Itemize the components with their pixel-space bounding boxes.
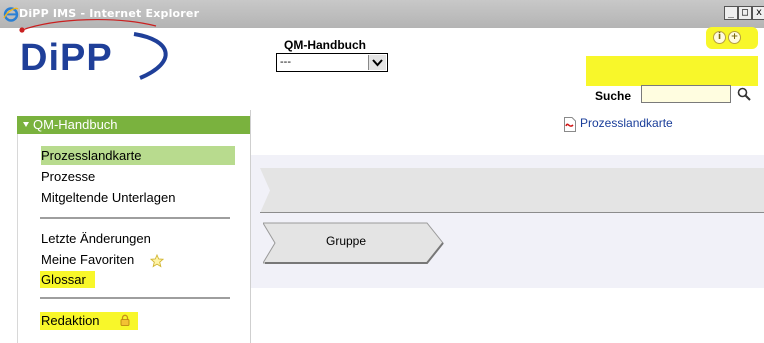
qm-handbook-label: QM-Handbuch: [284, 38, 366, 52]
search-icon[interactable]: [736, 86, 752, 102]
triangle-down-icon: [23, 122, 29, 127]
search-input[interactable]: [641, 85, 731, 103]
sidebar-divider: [40, 297, 230, 299]
sidebar-section-title: QM-Handbuch: [33, 117, 118, 132]
lock-icon: [120, 314, 130, 326]
sidebar-item-meine-favoriten[interactable]: Meine Favoriten: [41, 252, 134, 267]
search-label: Suche: [595, 89, 632, 103]
pdf-link-prozesslandkarte[interactable]: Prozesslandkarte: [580, 116, 673, 130]
qm-handbook-select[interactable]: ---: [276, 53, 388, 72]
dipp-logo[interactable]: DiPP: [16, 18, 186, 88]
pdf-icon[interactable]: [563, 117, 577, 132]
minimize-button[interactable]: _: [724, 6, 738, 20]
maximize-button[interactable]: □: [738, 6, 752, 20]
search-highlight: [586, 56, 758, 86]
sidebar-item-glossar[interactable]: Glossar: [41, 272, 86, 287]
sidebar-section-header[interactable]: QM-Handbuch: [17, 116, 250, 134]
sidebar-item-mitgeltende-unterlagen[interactable]: Mitgeltende Unterlagen: [41, 190, 175, 205]
process-arrow-main[interactable]: [260, 168, 764, 213]
sidebar-item-prozesse[interactable]: Prozesse: [41, 169, 95, 184]
sidebar-item-redaktion[interactable]: Redaktion: [41, 313, 100, 328]
qm-select-value: ---: [280, 56, 291, 68]
zoom-icon[interactable]: +: [728, 31, 741, 44]
group-label: Gruppe: [326, 234, 367, 248]
info-icon[interactable]: i: [713, 31, 726, 44]
svg-text:DiPP: DiPP: [20, 37, 113, 79]
star-icon: [150, 254, 164, 268]
sidebar-item-prozesslandkarte[interactable]: Prozesslandkarte: [41, 148, 141, 163]
close-button[interactable]: x: [752, 6, 764, 20]
sidebar-item-letzte-aenderungen[interactable]: Letzte Änderungen: [41, 231, 151, 246]
sidebar-divider: [40, 217, 230, 219]
chevron-down-icon[interactable]: [368, 55, 386, 70]
